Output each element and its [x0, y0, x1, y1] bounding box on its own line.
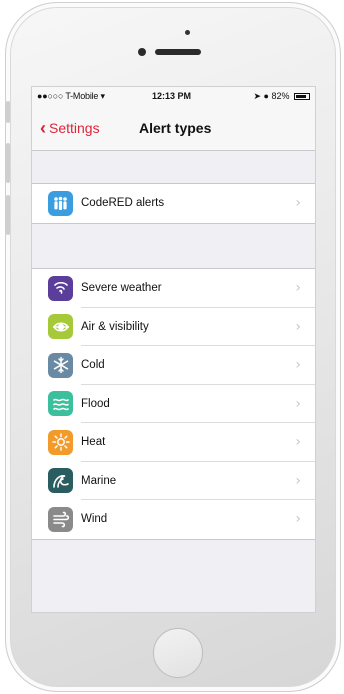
wifi-icon: ▾ — [100, 91, 106, 101]
navigation-bar: ‹ Settings Alert types — [32, 105, 315, 151]
alert-label: Air & visibility — [81, 320, 149, 333]
alert-row-air-visibility[interactable]: Air & visibility › — [32, 308, 315, 346]
codered-alerts-label: CodeRED alerts — [81, 197, 165, 210]
status-right: ➤ ● 82% — [253, 91, 310, 102]
chevron-right-icon: › — [295, 511, 301, 528]
snowflake-icon — [48, 352, 73, 378]
alert-row-flood[interactable]: Flood › — [32, 385, 315, 423]
alert-row-cold[interactable]: Cold › — [32, 346, 315, 385]
volume-up-button — [6, 143, 10, 183]
earpiece-speaker — [155, 49, 201, 55]
alert-label: Heat — [81, 436, 106, 449]
codered-section: CodeRED alerts › — [32, 183, 315, 224]
alert-row-severe-weather[interactable]: Severe weather › — [32, 269, 315, 308]
chevron-right-icon: › — [295, 280, 301, 297]
battery-icon — [294, 93, 310, 101]
chevron-left-icon: ‹ — [40, 118, 46, 138]
back-button[interactable]: ‹ Settings — [40, 118, 100, 138]
codered-alerts-row[interactable]: CodeRED alerts › — [32, 184, 315, 223]
alert-label: Severe weather — [81, 282, 162, 295]
volume-down-button — [6, 195, 10, 235]
chevron-right-icon: › — [295, 472, 301, 489]
alarm-icon: ● — [263, 91, 269, 101]
home-button[interactable] — [153, 628, 203, 678]
chevron-right-icon: › — [295, 395, 301, 412]
alert-label: Marine — [81, 474, 117, 487]
alert-row-wind[interactable]: Wind › — [32, 500, 315, 539]
alert-types-section: Severe weather › Air & visibility › Cold — [32, 268, 315, 540]
eye-icon — [48, 314, 73, 340]
silent-switch — [6, 101, 10, 123]
status-time: 12:13 PM — [152, 91, 192, 101]
screen: ●●○○○ T-Mobile ▾ 12:13 PM ➤ ● 82% ‹ Sett… — [31, 86, 316, 613]
wave-icon — [48, 468, 73, 494]
alert-row-marine[interactable]: Marine › — [32, 462, 315, 500]
wind-icon — [48, 506, 73, 532]
alert-label: Flood — [81, 397, 110, 410]
chevron-right-icon: › — [295, 357, 301, 374]
proximity-sensor — [138, 48, 146, 56]
alert-row-heat[interactable]: Heat › — [32, 423, 315, 462]
location-icon: ➤ — [253, 91, 261, 101]
alert-label: Wind — [81, 513, 108, 526]
chevron-right-icon: › — [295, 434, 301, 451]
chevron-right-icon: › — [295, 195, 301, 212]
alert-label: Cold — [81, 359, 105, 372]
back-button-label: Settings — [49, 120, 100, 136]
front-camera — [185, 30, 190, 35]
battery-percent: 82% — [271, 91, 290, 101]
people-icon — [48, 190, 73, 216]
tornado-icon — [48, 275, 73, 301]
waves-icon — [48, 391, 73, 417]
status-bar: ●●○○○ T-Mobile ▾ 12:13 PM ➤ ● 82% — [32, 87, 315, 105]
sun-icon — [48, 429, 73, 455]
chevron-right-icon: › — [295, 318, 301, 335]
page-title: Alert types — [139, 120, 212, 136]
battery-fill — [296, 95, 306, 99]
carrier-label: ●●○○○ T-Mobile ▾ — [37, 91, 106, 101]
